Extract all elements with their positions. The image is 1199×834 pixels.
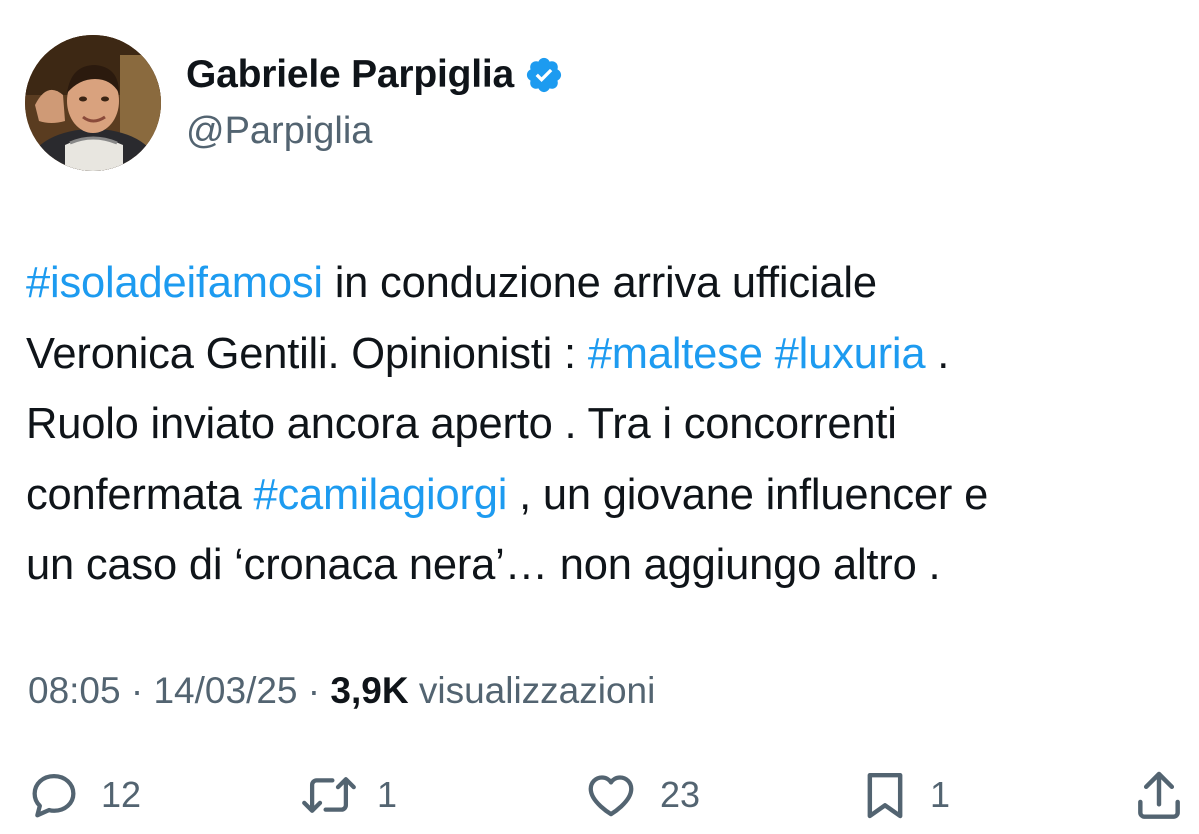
tweet-text-segment: un caso di ‘cronaca nera’… non aggiungo … bbox=[26, 541, 941, 589]
bookmark-count: 1 bbox=[930, 774, 951, 815]
views-count: 3,9K bbox=[330, 670, 409, 711]
meta-separator: · bbox=[297, 670, 331, 711]
avatar[interactable] bbox=[25, 35, 161, 171]
reply-button[interactable]: 12 bbox=[27, 765, 141, 825]
share-icon bbox=[1138, 771, 1180, 819]
tweet-text-segment: Veronica Gentili. Opinionisti : bbox=[26, 329, 588, 378]
tweet-date[interactable]: 14/03/25 bbox=[153, 670, 297, 711]
bookmark-icon bbox=[867, 772, 903, 819]
author-name-row: Gabriele Parpiglia bbox=[186, 52, 564, 98]
tweet-text-line: Ruolo inviato ancora aperto . Tra i conc… bbox=[26, 389, 1186, 460]
action-bar: 12 1 23 1 bbox=[0, 765, 1199, 825]
heart-icon bbox=[588, 775, 634, 817]
tweet-text-line: #isoladeifamosi in conduzione arriva uff… bbox=[26, 248, 1186, 319]
like-button[interactable]: 23 bbox=[582, 765, 700, 825]
hashtag-link[interactable]: #camilagiorgi bbox=[254, 471, 508, 519]
tweet-text-line: Veronica Gentili. Opinionisti : #maltese… bbox=[26, 319, 1186, 390]
display-name[interactable]: Gabriele Parpiglia bbox=[186, 53, 514, 97]
tweet-text-line: un caso di ‘cronaca nera’… non aggiungo … bbox=[26, 530, 1186, 601]
share-button[interactable] bbox=[1133, 765, 1185, 825]
repost-icon bbox=[302, 777, 356, 813]
tweet-text-segment: , un giovane influencer e bbox=[507, 470, 989, 519]
tweet-text-segment: Ruolo inviato ancora aperto . Tra i conc… bbox=[26, 400, 897, 448]
hashtag-link[interactable]: #luxuria bbox=[775, 330, 926, 378]
verified-badge-icon[interactable] bbox=[524, 55, 564, 95]
tweet-text-segment bbox=[763, 330, 775, 378]
hashtag-link[interactable]: #isoladeifamosi bbox=[26, 259, 323, 307]
tweet-text: #isoladeifamosi in conduzione arriva uff… bbox=[26, 248, 1186, 601]
reply-count: 12 bbox=[101, 774, 142, 815]
tweet-text-segment: confermata bbox=[26, 470, 254, 519]
hashtag-link[interactable]: #maltese bbox=[588, 330, 763, 378]
tweet-time[interactable]: 08:05 bbox=[28, 670, 121, 711]
tweet-text-line: confermata #camilagiorgi , un giovane in… bbox=[26, 460, 1186, 531]
author-handle[interactable]: @Parpiglia bbox=[186, 110, 372, 153]
meta-separator: · bbox=[120, 670, 154, 711]
bookmark-button[interactable]: 1 bbox=[860, 765, 950, 825]
reply-icon bbox=[32, 773, 76, 818]
repost-button[interactable]: 1 bbox=[299, 765, 397, 825]
tweet-text-segment: . bbox=[925, 329, 950, 378]
tweet-text-segment: in conduzione arriva ufficiale bbox=[322, 259, 877, 307]
like-count: 23 bbox=[660, 774, 701, 815]
repost-count: 1 bbox=[377, 774, 398, 815]
tweet-meta: 08:05 · 14/03/25 · 3,9K visualizzazioni bbox=[28, 670, 655, 712]
views-label: visualizzazioni bbox=[408, 670, 656, 711]
